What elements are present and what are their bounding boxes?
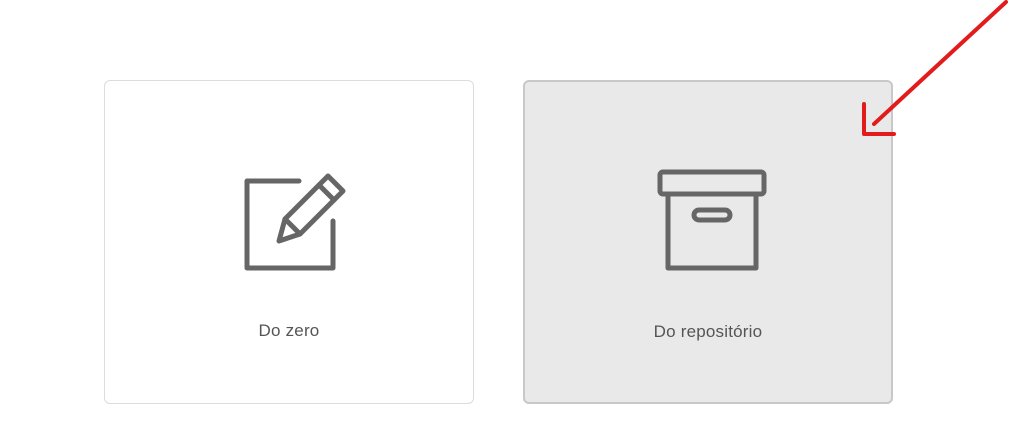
option-card-from-scratch[interactable]: Do zero xyxy=(104,80,474,404)
option-card-from-repository[interactable]: Do repositório xyxy=(523,80,893,404)
edit-icon xyxy=(244,173,346,271)
option-label-from-repository: Do repositório xyxy=(653,322,763,341)
option-label-from-scratch: Do zero xyxy=(258,321,320,340)
archive-box-icon xyxy=(657,169,767,271)
